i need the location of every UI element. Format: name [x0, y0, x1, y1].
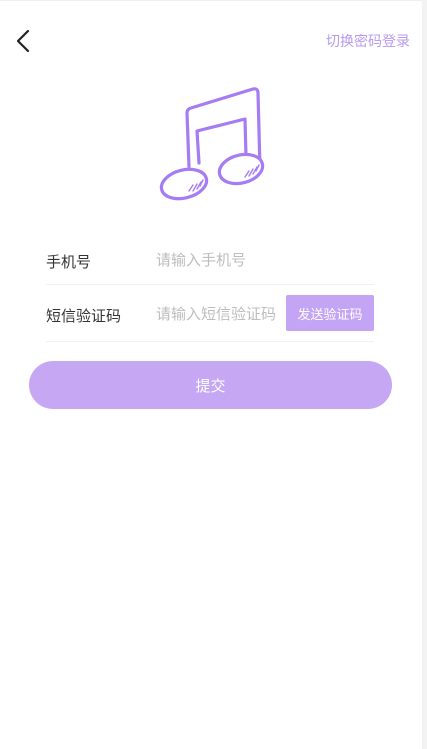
phone-row: 手机号 — [46, 238, 374, 285]
sms-code-label: 短信验证码 — [46, 307, 122, 325]
chevron-left-icon — [16, 29, 30, 53]
login-page: 切换密码登录 手机号 请输入手机号 短信验证码 请输入短信验证码 发送验证码 提… — [0, 0, 422, 749]
submit-button[interactable]: 提交 — [29, 361, 392, 409]
scrollbar-track — [422, 0, 427, 749]
back-button[interactable] — [12, 27, 38, 55]
switch-password-login-link[interactable]: 切换密码登录 — [326, 31, 410, 51]
phone-input[interactable] — [156, 249, 366, 271]
sms-code-row: 短信验证码 发送验证码 — [46, 293, 374, 342]
phone-label: 手机号 — [46, 253, 92, 271]
music-note-icon — [159, 87, 265, 201]
music-logo — [155, 83, 267, 203]
send-code-button[interactable]: 发送验证码 — [286, 295, 374, 331]
sms-code-input[interactable] — [156, 303, 284, 325]
